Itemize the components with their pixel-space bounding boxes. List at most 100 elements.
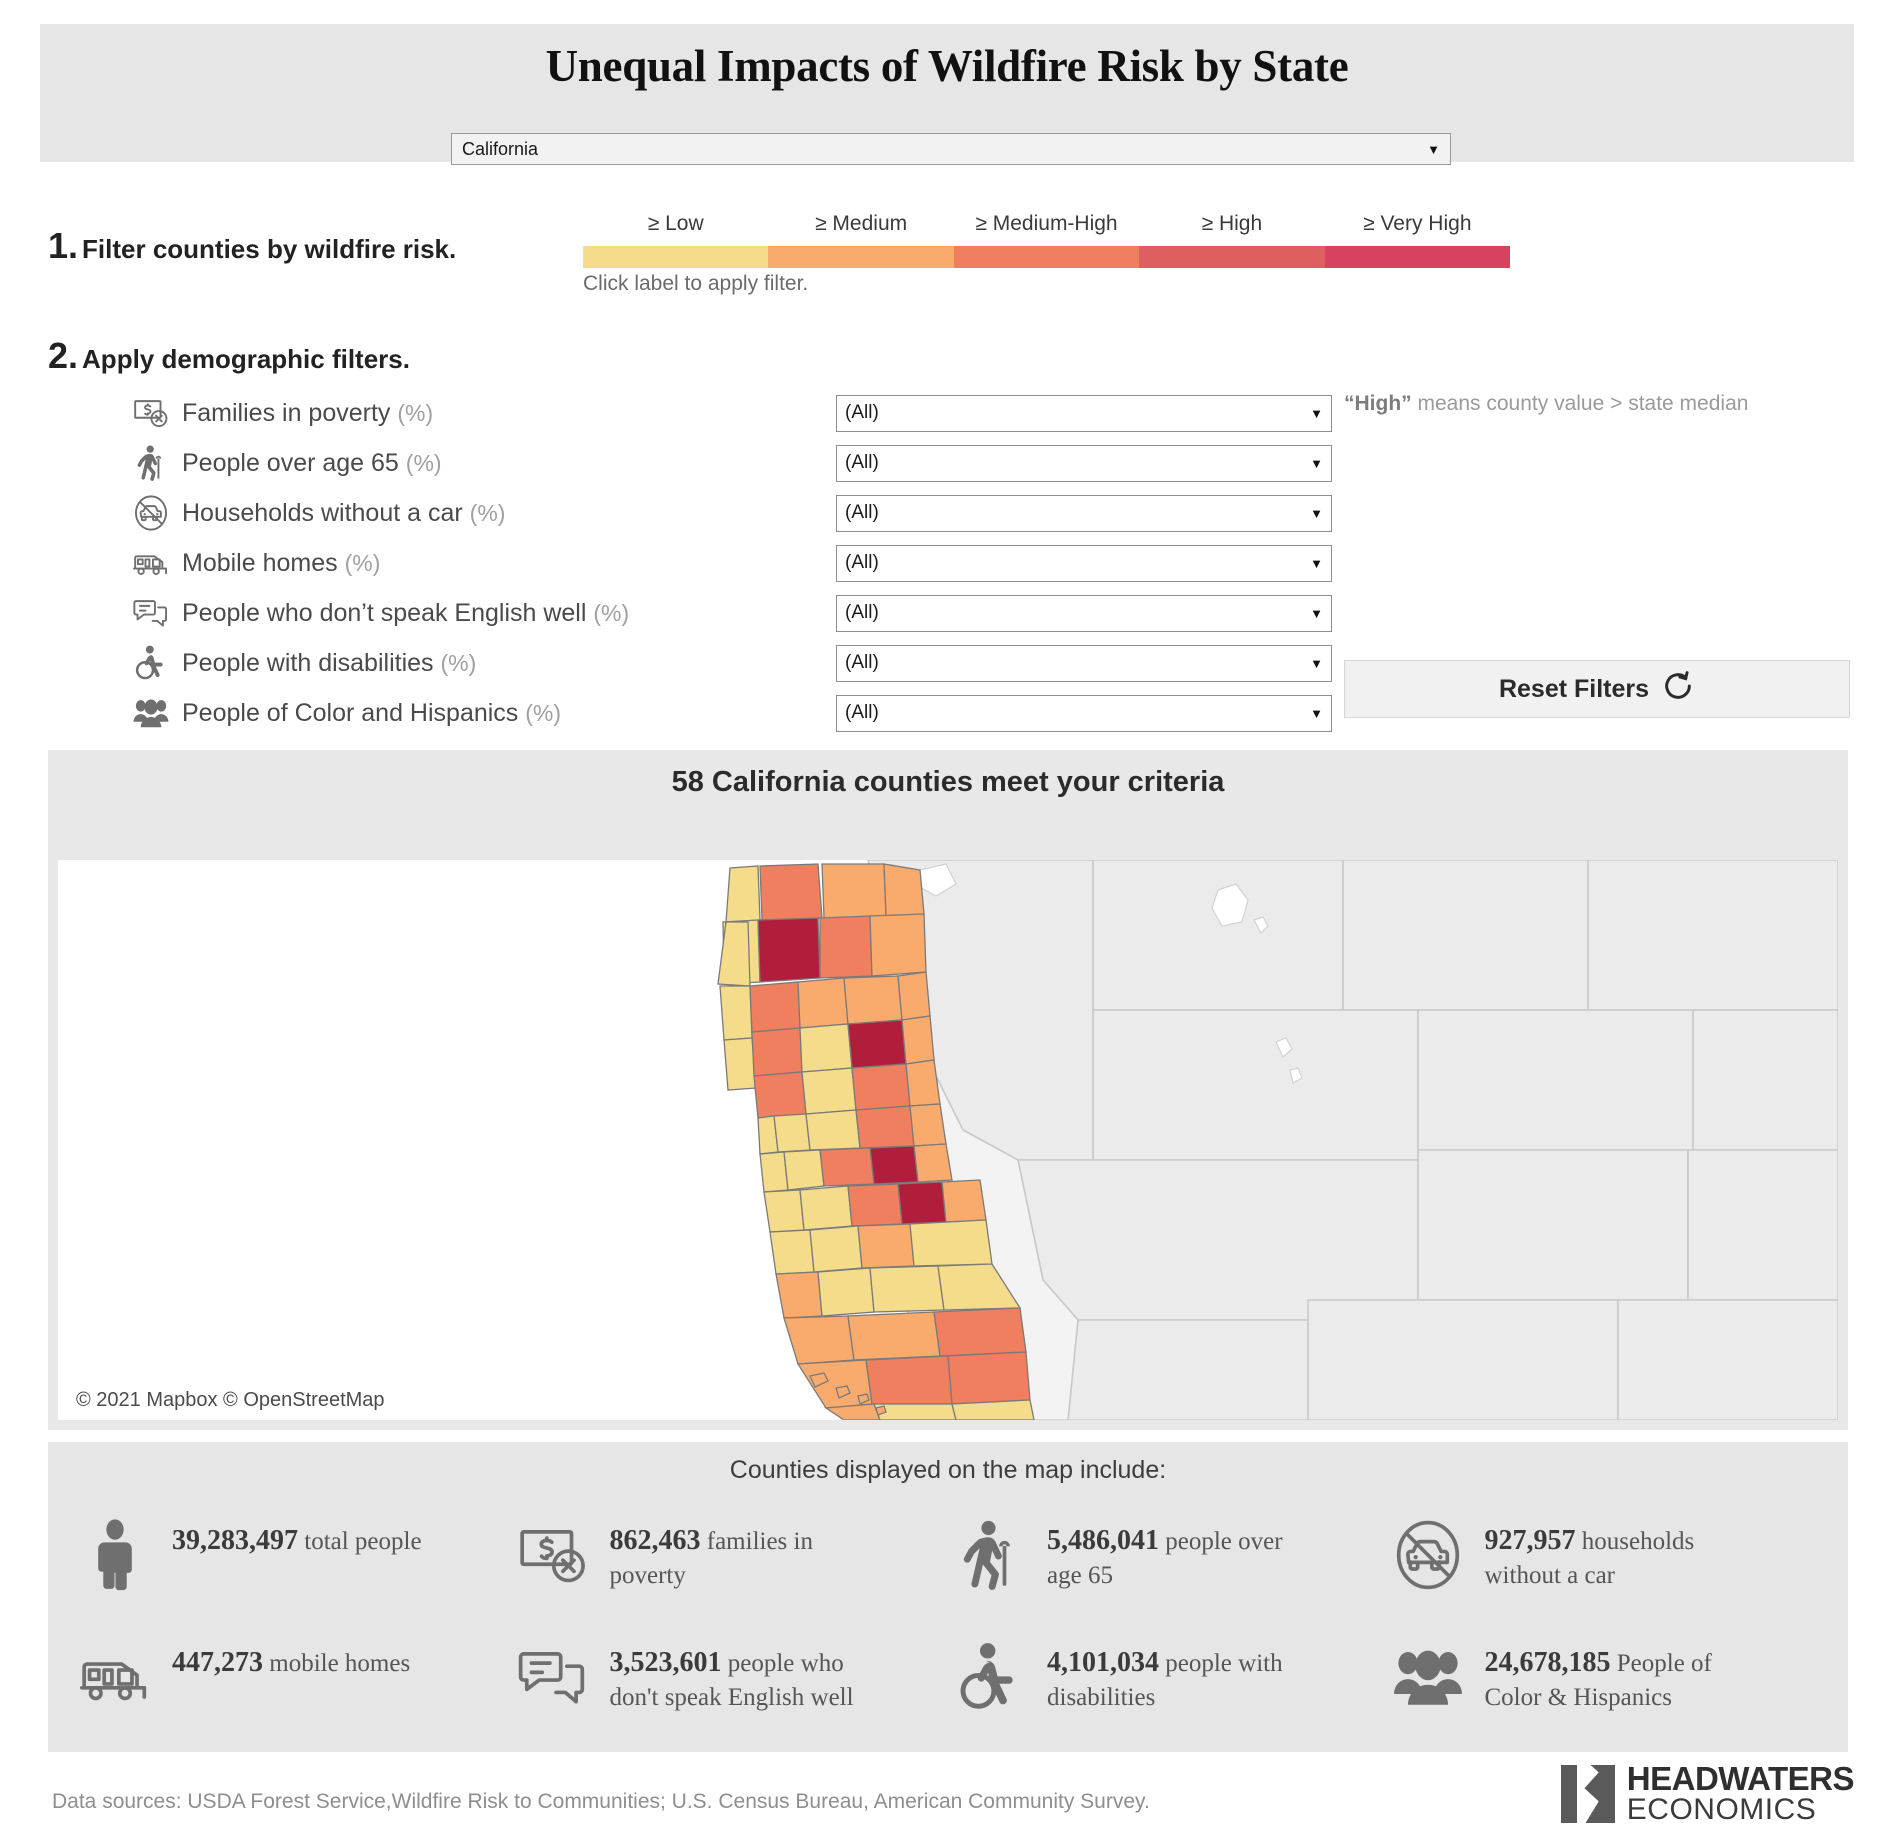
map-panel: 58 California counties meet your criteri… [48, 750, 1848, 1430]
stat-value-7: 24,678,185 [1484, 1647, 1611, 1678]
filter-select-row-3: (All) ▼ [836, 538, 1332, 588]
chevron-down-icon: ▼ [1310, 455, 1323, 471]
filter-select-4[interactable]: (All) ▼ [836, 594, 1332, 632]
filter-select-0[interactable]: (All) ▼ [836, 394, 1332, 432]
stat-text-4: 447,273 mobile homes [172, 1632, 410, 1681]
stat-text-6: 4,101,034 people with disabilities [1047, 1632, 1297, 1714]
chevron-down-icon: ▼ [1310, 655, 1323, 671]
choropleth-map[interactable]: © 2021 Mapbox © OpenStreetMap [58, 860, 1838, 1420]
stat-item-6: 4,101,034 people with disabilities [951, 1632, 1389, 1754]
stat-value-5: 3,523,601 [609, 1647, 722, 1678]
data-sources-note: Data sources: USDA Forest Service,Wildfi… [52, 1790, 1150, 1813]
filter-unit-6: (%) [525, 699, 562, 726]
chevron-down-icon: ▼ [1310, 505, 1323, 521]
reset-filters-button[interactable]: Reset Filters [1344, 660, 1850, 718]
stats-panel-title: Counties displayed on the map include: [729, 1456, 1167, 1484]
risk-legend-segment-1[interactable] [768, 246, 954, 268]
filter-row-4: People who don’t speak English well (%) [120, 588, 629, 638]
filter-row-5: People with disabilities (%) [120, 638, 629, 688]
no-car-icon [1389, 1510, 1467, 1600]
filter-label-1: People over age 65 (%) [182, 448, 442, 477]
stat-value-0: 39,283,497 [172, 1525, 298, 1556]
high-definition-note-bold: “High” [1344, 392, 1412, 415]
no-car-icon [120, 491, 182, 535]
filter-select-5[interactable]: (All) ▼ [836, 644, 1332, 682]
people-group-icon [1389, 1632, 1467, 1722]
stat-value-6: 4,101,034 [1047, 1647, 1159, 1678]
stat-value-1: 862,463 [609, 1525, 701, 1556]
filter-row-3: Mobile homes (%) [120, 538, 629, 588]
filter-select-row-2: (All) ▼ [836, 488, 1332, 538]
speech-bubble-icon [120, 591, 182, 635]
filter-select-value-3: (All) [845, 552, 879, 573]
stat-text-7: 24,678,185 People of Color & Hispanics [1485, 1632, 1735, 1714]
risk-legend-segment-3[interactable] [1139, 246, 1325, 268]
filter-label-0: Families in poverty (%) [182, 398, 434, 427]
stat-value-3: 927,957 [1484, 1525, 1576, 1556]
headwaters-economics-logo: HEADWATERS ECONOMICS [1560, 1762, 1855, 1826]
stat-item-5: 3,523,601 people who don't speak English… [514, 1632, 952, 1754]
stat-item-7: 24,678,185 People of Color & Hispanics [1389, 1632, 1827, 1754]
stats-grid: 39,283,497 total people 862,463 families … [76, 1510, 1826, 1754]
reset-filters-label: Reset Filters [1498, 674, 1650, 703]
filter-select-value-4: (All) [845, 602, 879, 623]
filter-unit-4: (%) [593, 599, 630, 626]
risk-legend-segment-2[interactable] [953, 246, 1140, 268]
filter-label-4: People who don’t speak English well (%) [182, 598, 630, 627]
stat-value-2: 5,486,041 [1047, 1525, 1159, 1556]
risk-legend-label-1[interactable]: ≥ Medium [815, 212, 907, 236]
stat-item-4: 447,273 mobile homes [76, 1632, 514, 1754]
chevron-down-icon: ▼ [1310, 605, 1323, 621]
logo-line-2: ECONOMICS [1626, 1793, 1817, 1826]
filter-unit-3: (%) [344, 549, 381, 576]
stat-label-4: mobile homes [269, 1650, 411, 1677]
stat-text-1: 862,463 families in poverty [610, 1510, 860, 1592]
risk-legend-colorbar[interactable] [583, 246, 1511, 268]
filter-row-2: Households without a car (%) [120, 488, 629, 538]
filter-label-3: Mobile homes (%) [182, 548, 381, 577]
step-2-text: Apply demographic filters. [82, 344, 410, 374]
risk-legend-label-0[interactable]: ≥ Low [648, 212, 704, 236]
filter-select-6[interactable]: (All) ▼ [836, 694, 1332, 732]
high-definition-note: “High” means county value > state median [1344, 392, 1748, 416]
state-select[interactable]: California ▼ [451, 133, 1451, 165]
step-2-heading: 2. Apply demographic filters. [48, 338, 410, 375]
filter-label-6: People of Color and Hispanics (%) [182, 698, 562, 727]
demographic-filter-labels: Families in poverty (%) People over age 6… [120, 388, 629, 738]
filter-select-1[interactable]: (All) ▼ [836, 444, 1332, 482]
wheelchair-icon [120, 641, 182, 685]
filter-select-row-1: (All) ▼ [836, 438, 1332, 488]
filter-select-row-6: (All) ▼ [836, 688, 1332, 738]
risk-legend-label-3[interactable]: ≥ High [1202, 212, 1263, 236]
elderly-person-icon [120, 441, 182, 485]
filter-row-0: Families in poverty (%) [120, 388, 629, 438]
risk-legend-label-2[interactable]: ≥ Medium-High [975, 212, 1117, 236]
state-select-value: California [462, 138, 539, 159]
filter-select-row-0: (All) ▼ [836, 388, 1332, 438]
filter-select-3[interactable]: (All) ▼ [836, 544, 1332, 582]
filter-select-2[interactable]: (All) ▼ [836, 494, 1332, 532]
filter-select-value-6: (All) [845, 702, 879, 723]
filter-row-1: People over age 65 (%) [120, 438, 629, 488]
chevron-down-icon: ▼ [1310, 705, 1323, 721]
demographic-filter-selects: (All) ▼ (All) ▼ (All) ▼ (All) ▼ (All) ▼ (All) ▼ (All… [836, 388, 1332, 738]
chevron-down-icon: ▼ [1427, 141, 1440, 157]
chevron-down-icon: ▼ [1310, 405, 1323, 421]
map-attribution: © 2021 Mapbox © OpenStreetMap [76, 1389, 385, 1411]
people-group-icon [120, 691, 182, 735]
step-1-heading: 1. Filter counties by wildfire risk. [48, 228, 456, 265]
wheelchair-icon [951, 1632, 1029, 1722]
filter-label-5: People with disabilities (%) [182, 648, 477, 677]
high-definition-note-rest: means county value > state median [1411, 392, 1749, 415]
risk-legend-label-4[interactable]: ≥ Very High [1363, 212, 1471, 236]
person-icon [76, 1510, 154, 1600]
risk-legend-segment-0[interactable] [583, 246, 769, 268]
filter-unit-2: (%) [469, 499, 506, 526]
elderly-person-icon [951, 1510, 1029, 1600]
filter-select-value-1: (All) [845, 452, 879, 473]
risk-legend-segment-4[interactable] [1324, 246, 1511, 268]
mobile-home-icon [120, 541, 182, 585]
stat-text-5: 3,523,601 people who don't speak English… [610, 1632, 860, 1714]
filter-label-2: Households without a car (%) [182, 498, 506, 527]
money-poverty-icon [514, 1510, 592, 1600]
